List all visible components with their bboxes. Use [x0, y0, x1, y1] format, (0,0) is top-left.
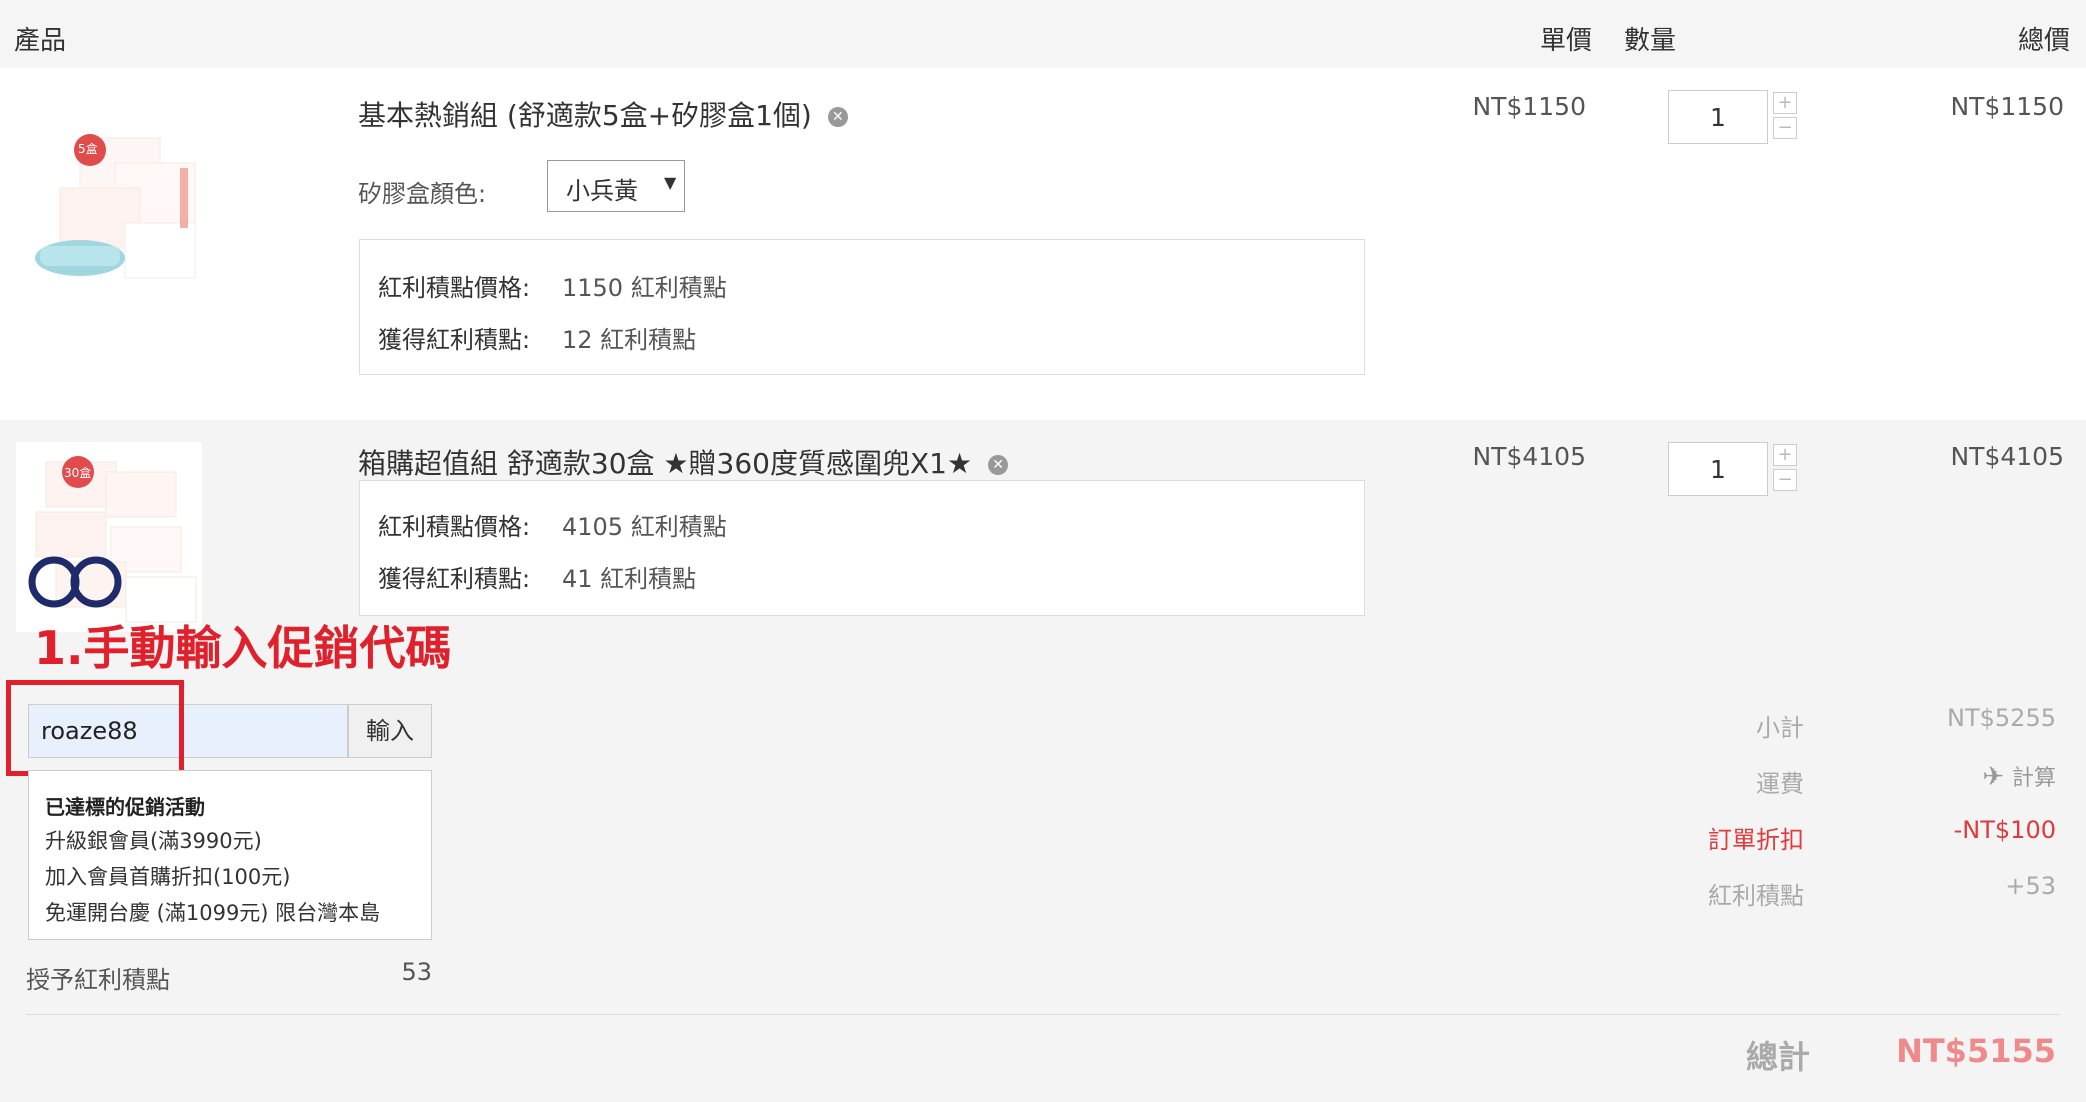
points-value: +53 — [2005, 872, 2056, 900]
decrement-button[interactable]: − — [1773, 469, 1797, 491]
caret-down-icon: ▼ — [664, 173, 677, 192]
bonus-earn-value: 12 紅利積點 — [562, 326, 697, 354]
cart-item-row: 5盒 基本熱銷組 (舒適款5盒+矽膠盒1個) ✕ 矽膠盒顏色: 小兵黃 ▼ 紅利積… — [0, 68, 2086, 420]
shipping-label: 運費 — [1756, 770, 1804, 798]
bonus-earn-label: 獲得紅利積點: — [378, 326, 531, 354]
airplane-icon: ✈ — [1982, 762, 2004, 792]
promo-option[interactable]: 升級銀會員(滿3990元) — [45, 825, 262, 855]
total-label: 總計 — [1745, 1038, 1810, 1076]
bonus-info-box: 紅利積點價格: 4105 紅利積點 獲得紅利積點: 41 紅利積點 — [359, 480, 1365, 616]
apply-promo-button[interactable]: 輸入 — [348, 704, 432, 758]
product-badge: 5盒 — [78, 142, 98, 156]
line-total: NT$4105 — [1950, 442, 2064, 471]
summary-divider — [26, 1014, 2060, 1015]
product-title-text[interactable]: 基本熱銷組 (舒適款5盒+矽膠盒1個) — [358, 99, 812, 132]
total-value: NT$5155 — [1896, 1032, 2056, 1070]
decrement-button[interactable]: − — [1773, 117, 1797, 139]
option-label: 矽膠盒顏色: — [358, 180, 487, 208]
product-title: 基本熱銷組 (舒適款5盒+矽膠盒1個) ✕ — [358, 94, 848, 134]
product-image[interactable]: 5盒 — [20, 98, 205, 308]
annotation-text: 1.手動輸入促銷代碼 — [34, 621, 452, 675]
promo-dropdown: 已達標的促銷活動 升級銀會員(滿3990元) 加入會員首購折扣(100元) 免運… — [28, 770, 432, 940]
calculate-shipping-label: 計算 — [2011, 766, 2056, 791]
line-total: NT$1150 — [1950, 92, 2064, 121]
bonus-info-box: 紅利積點價格: 1150 紅利積點 獲得紅利積點: 12 紅利積點 — [359, 239, 1365, 375]
color-select-value: 小兵黃 — [566, 177, 638, 205]
product-box-illustration — [28, 456, 197, 623]
cart-header: 產品 單價 數量 總價 — [0, 0, 2086, 68]
calculate-shipping-link[interactable]: ✈ 計算 — [1850, 760, 2056, 792]
unit-price: NT$4105 — [1472, 442, 1586, 471]
bonus-earn-value: 41 紅利積點 — [562, 565, 697, 593]
header-product: 產品 — [14, 26, 67, 56]
product-badge: 30盒 — [64, 466, 92, 480]
header-quantity: 數量 — [1624, 26, 1677, 56]
promo-option[interactable]: 免運開台慶 (滿1099元) 限台灣本島 — [45, 897, 380, 927]
quantity-input[interactable]: 1 — [1668, 90, 1768, 144]
bonus-price-value: 4105 紅利積點 — [562, 513, 727, 541]
product-title: 箱購超值組 舒適款30盒 ★贈360度質感圍兜X1★ ✕ — [358, 442, 1009, 482]
color-select[interactable]: 小兵黃 ▼ — [547, 160, 685, 212]
increment-button[interactable]: + — [1773, 92, 1797, 114]
product-image[interactable]: 30盒 — [16, 442, 202, 632]
subtotal-value: NT$5255 — [1947, 704, 2056, 732]
points-label: 紅利積點 — [1708, 882, 1804, 910]
product-box-illustration — [35, 134, 196, 279]
remove-icon[interactable]: ✕ — [988, 455, 1009, 475]
bonus-price-label: 紅利積點價格: — [378, 274, 531, 302]
bonus-price-value: 1150 紅利積點 — [562, 274, 727, 302]
header-total: 總價 — [2018, 26, 2071, 56]
promo-dropdown-title: 已達標的促銷活動 — [45, 795, 205, 819]
annotation-highlight-box — [6, 680, 184, 776]
bonus-price-label: 紅利積點價格: — [378, 513, 531, 541]
increment-button[interactable]: + — [1773, 444, 1797, 466]
discount-label: 訂單折扣 — [1708, 826, 1804, 854]
remove-icon[interactable]: ✕ — [827, 107, 848, 127]
grant-points-value: 53 — [401, 958, 432, 986]
bonus-earn-label: 獲得紅利積點: — [378, 565, 531, 593]
product-title-text[interactable]: 箱購超值組 舒適款30盒 ★贈360度質感圍兜X1★ — [358, 447, 972, 480]
unit-price: NT$1150 — [1472, 92, 1586, 121]
discount-value: -NT$100 — [1953, 816, 2056, 844]
quantity-input[interactable]: 1 — [1668, 442, 1768, 496]
subtotal-label: 小計 — [1756, 714, 1804, 742]
header-unit-price: 單價 — [1540, 26, 1593, 56]
grant-points-label: 授予紅利積點 — [26, 966, 170, 994]
promo-option[interactable]: 加入會員首購折扣(100元) — [45, 861, 290, 891]
